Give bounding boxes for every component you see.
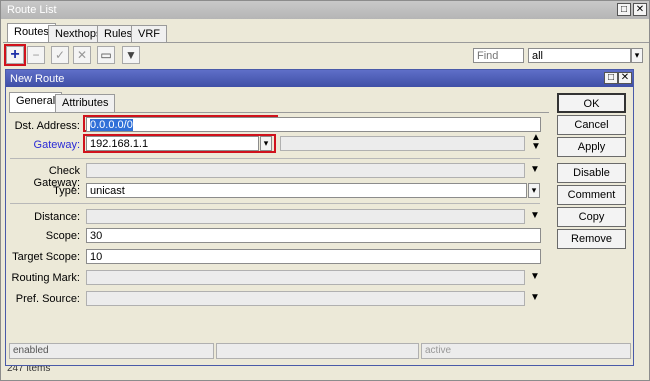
comment-icon[interactable]: ▭: [97, 46, 115, 64]
section-divider: [10, 203, 540, 204]
status-enabled: enabled: [9, 343, 214, 359]
disable-button[interactable]: Disable: [557, 163, 626, 183]
pref-source-field[interactable]: [86, 291, 525, 306]
comment-button[interactable]: Comment: [557, 185, 626, 205]
gateway-dropdown-icon[interactable]: ▾: [260, 136, 272, 151]
routing-mark-label: Routing Mark:: [11, 272, 80, 284]
filter-select[interactable]: all: [528, 48, 631, 63]
gateway-field[interactable]: 192.168.1.1: [86, 136, 259, 151]
distance-label: Distance:: [34, 211, 80, 223]
maximize-icon[interactable]: □: [604, 72, 618, 84]
remove-icon[interactable]: −: [27, 46, 45, 64]
tab-vrf[interactable]: VRF: [131, 25, 167, 43]
tab-divider: [3, 42, 649, 43]
new-route-title: New Route: [10, 73, 65, 85]
target-scope-label: Target Scope:: [12, 251, 80, 263]
section-divider: [10, 158, 540, 159]
scope-field[interactable]: 30: [86, 228, 541, 243]
target-scope-field[interactable]: 10: [86, 249, 541, 264]
type-label: Type:: [53, 185, 80, 197]
disable-icon[interactable]: ✕: [73, 46, 91, 64]
route-list-title: Route List: [7, 4, 57, 16]
remove-button[interactable]: Remove: [557, 229, 626, 249]
routing-mark-field[interactable]: [86, 270, 525, 285]
route-list-titlebar: Route List □ ✕: [1, 1, 649, 19]
pref-source-dropdown-icon[interactable]: ▼: [530, 292, 540, 303]
maximize-icon[interactable]: □: [617, 3, 631, 16]
gateway-updown-icon[interactable]: ▲ ▼: [531, 133, 541, 152]
close-icon[interactable]: ✕: [618, 72, 632, 84]
cancel-button[interactable]: Cancel: [557, 115, 626, 135]
copy-button[interactable]: Copy: [557, 207, 626, 227]
distance-field[interactable]: [86, 209, 525, 224]
check-gateway-dropdown-icon[interactable]: ▼: [530, 164, 540, 175]
status-middle: [216, 343, 419, 359]
close-icon[interactable]: ✕: [633, 3, 647, 16]
type-select[interactable]: unicast: [86, 183, 527, 198]
add-icon[interactable]: +: [6, 46, 24, 64]
type-dropdown-icon[interactable]: ▾: [528, 183, 540, 198]
tab-attributes[interactable]: Attributes: [55, 94, 116, 112]
dst-address-label: Dst. Address:: [14, 120, 80, 132]
enable-icon[interactable]: ✓: [51, 46, 69, 64]
new-route-titlebar: New Route □ ✕: [6, 70, 633, 87]
gateway-label: Gateway:: [33, 139, 80, 151]
scope-label: Scope:: [45, 230, 80, 242]
pref-source-label: Pref. Source:: [15, 293, 80, 305]
check-gateway-field[interactable]: [86, 163, 525, 178]
find-input[interactable]: [473, 48, 524, 63]
ok-button[interactable]: OK: [557, 93, 626, 113]
status-active: active: [421, 343, 631, 359]
new-route-window: New Route □ ✕ General Attributes Dst. Ad…: [5, 69, 634, 366]
dst-address-field[interactable]: 0.0.0.0/0: [86, 117, 541, 132]
apply-button[interactable]: Apply: [557, 137, 626, 157]
routing-mark-dropdown-icon[interactable]: ▼: [530, 271, 540, 282]
filter-dropdown-icon[interactable]: ▾: [631, 48, 643, 63]
filter-icon[interactable]: ▼: [122, 46, 140, 64]
gateway-secondary-field: [280, 136, 525, 151]
distance-dropdown-icon[interactable]: ▼: [530, 210, 540, 221]
